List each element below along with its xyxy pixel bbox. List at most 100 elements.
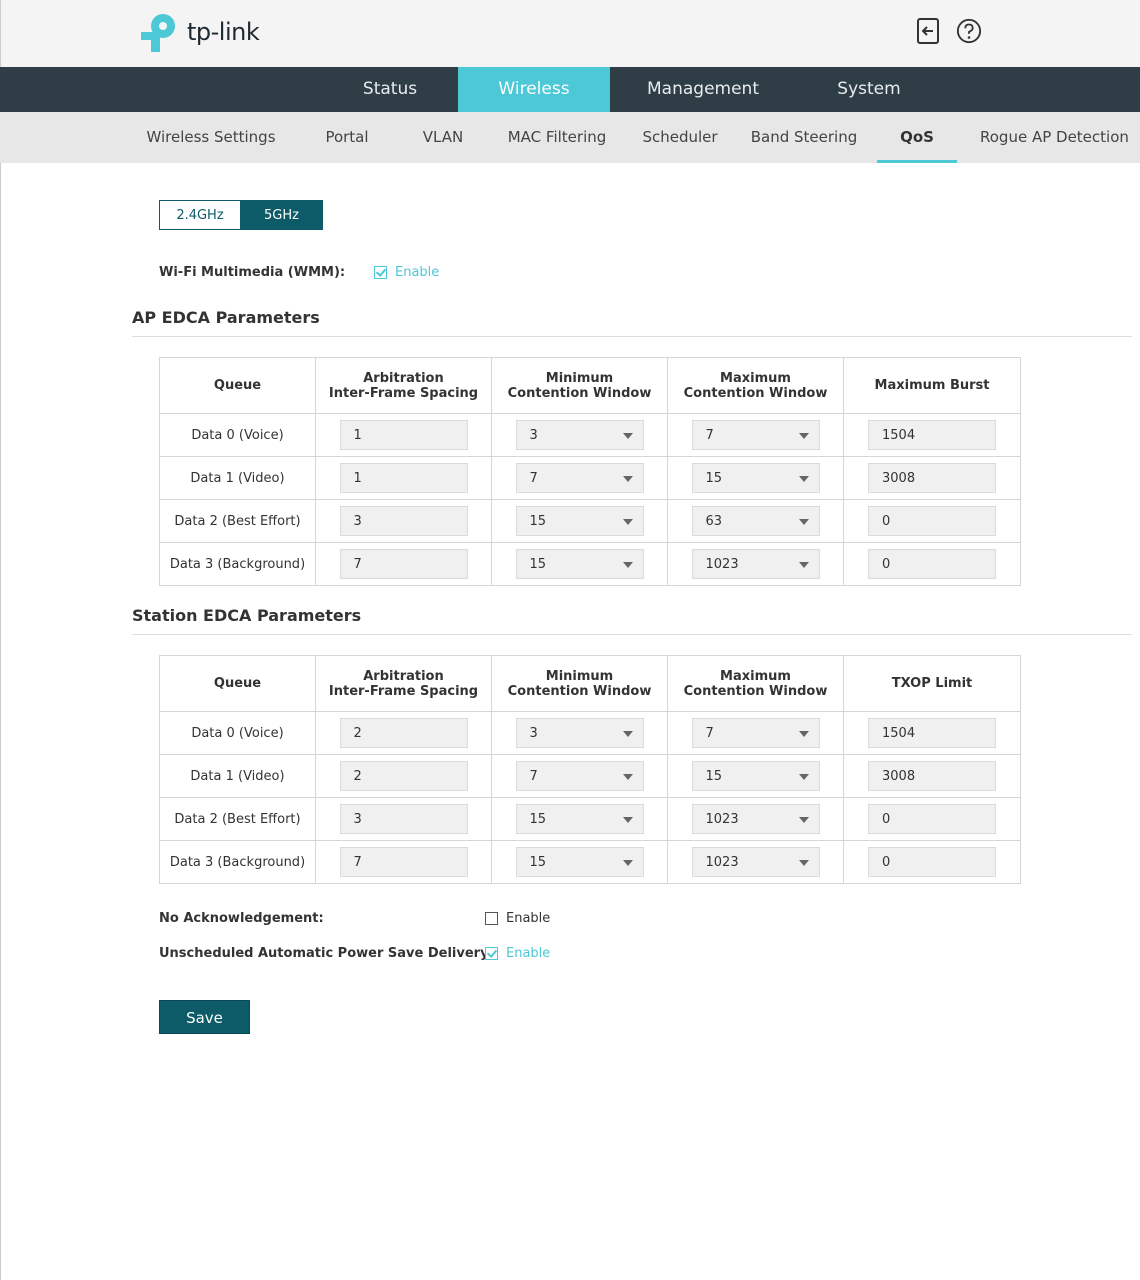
txop-cell: 1504 bbox=[843, 711, 1021, 755]
txop-limit-input[interactable]: 0 bbox=[868, 847, 996, 877]
aifs-input[interactable]: 1 bbox=[339, 463, 468, 493]
txop-limit-input[interactable]: 3008 bbox=[868, 761, 996, 791]
save-button[interactable]: Save bbox=[159, 1000, 250, 1034]
wmm-checkbox[interactable] bbox=[374, 266, 387, 279]
wmm-enable-label[interactable]: Enable bbox=[395, 265, 439, 280]
cwmax-select[interactable]: 7 bbox=[691, 718, 820, 748]
cwmin-value: 15 bbox=[529, 855, 547, 870]
cwmax-select[interactable]: 1023 bbox=[691, 847, 820, 877]
cwmin-cell: 7 bbox=[491, 754, 668, 798]
chevron-down-icon bbox=[798, 562, 809, 568]
burst-cell: 1504 bbox=[843, 413, 1021, 457]
cwmin-select[interactable]: 15 bbox=[515, 506, 644, 536]
cwmax-select[interactable]: 1023 bbox=[691, 804, 820, 834]
column-header-aifs: Arbitration Inter-Frame Spacing bbox=[315, 357, 492, 414]
station-edca-table: Queue Arbitration Inter-Frame Spacing Min… bbox=[159, 655, 1021, 884]
chevron-down-icon bbox=[622, 433, 633, 439]
header-line: Contention Window bbox=[683, 683, 828, 699]
sub-nav: Wireless Settings Portal VLAN MAC Filter… bbox=[0, 112, 1140, 163]
chevron-down-icon bbox=[798, 860, 809, 866]
help-icon[interactable] bbox=[956, 17, 982, 45]
maximum-burst-input[interactable]: 0 bbox=[868, 549, 996, 579]
logout-icon[interactable] bbox=[915, 17, 941, 45]
column-header-queue: Queue bbox=[159, 357, 316, 414]
aifs-input[interactable]: 3 bbox=[339, 506, 468, 536]
tab-band-steering[interactable]: Band Steering bbox=[748, 112, 860, 163]
band-2g-button[interactable]: 2.4GHz bbox=[159, 200, 241, 230]
burst-cell: 0 bbox=[843, 499, 1021, 543]
table-header-row: Queue Arbitration Inter-Frame Spacing Min… bbox=[159, 655, 1021, 712]
no-ack-checkbox[interactable] bbox=[485, 912, 498, 925]
cwmax-select[interactable]: 15 bbox=[691, 761, 820, 791]
aifs-input[interactable]: 2 bbox=[339, 761, 468, 791]
uapsd-enable-label[interactable]: Enable bbox=[506, 946, 550, 961]
cwmax-select[interactable]: 63 bbox=[691, 506, 820, 536]
cwmax-cell: 7 bbox=[667, 413, 844, 457]
chevron-down-icon bbox=[622, 817, 633, 823]
tab-rogue-ap-detection[interactable]: Rogue AP Detection bbox=[980, 112, 1129, 163]
wmm-label: Wi-Fi Multimedia (WMM): bbox=[159, 265, 346, 280]
cwmin-select[interactable]: 3 bbox=[515, 718, 644, 748]
burst-cell: 0 bbox=[843, 542, 1021, 586]
main-nav-wireless[interactable]: Wireless bbox=[458, 67, 610, 112]
cwmax-select[interactable]: 1023 bbox=[691, 549, 820, 579]
cwmax-value: 1023 bbox=[705, 812, 739, 827]
cwmin-select[interactable]: 15 bbox=[515, 804, 644, 834]
maximum-burst-input[interactable]: 3008 bbox=[868, 463, 996, 493]
aifs-input[interactable]: 7 bbox=[339, 549, 468, 579]
cwmin-select[interactable]: 15 bbox=[515, 847, 644, 877]
main-nav-management[interactable]: Management bbox=[630, 67, 776, 112]
cwmax-select[interactable]: 15 bbox=[691, 463, 820, 493]
cwmax-value: 1023 bbox=[705, 557, 739, 572]
aifs-input[interactable]: 7 bbox=[339, 847, 468, 877]
cwmin-value: 15 bbox=[529, 557, 547, 572]
top-header: tp-link bbox=[0, 0, 1140, 67]
cwmin-select[interactable]: 7 bbox=[515, 761, 644, 791]
band-5g-button[interactable]: 5GHz bbox=[240, 200, 323, 230]
txop-limit-input[interactable]: 0 bbox=[868, 804, 996, 834]
queue-name: Data 2 (Best Effort) bbox=[159, 499, 316, 543]
aifs-input[interactable]: 2 bbox=[339, 718, 468, 748]
aifs-cell: 7 bbox=[315, 542, 492, 586]
tab-vlan[interactable]: VLAN bbox=[418, 112, 468, 163]
tab-scheduler[interactable]: Scheduler bbox=[640, 112, 720, 163]
header-line: Contention Window bbox=[683, 385, 828, 401]
cwmax-select[interactable]: 7 bbox=[691, 420, 820, 450]
chevron-down-icon bbox=[622, 774, 633, 780]
table-row: Data 3 (Background) 7 15 1023 0 bbox=[159, 542, 1021, 586]
main-nav-status[interactable]: Status bbox=[320, 67, 460, 112]
maximum-burst-input[interactable]: 1504 bbox=[868, 420, 996, 450]
tab-wireless-settings[interactable]: Wireless Settings bbox=[145, 112, 277, 163]
tab-portal[interactable]: Portal bbox=[317, 112, 377, 163]
queue-name: Data 1 (Video) bbox=[159, 754, 316, 798]
chevron-down-icon bbox=[798, 774, 809, 780]
ap-edca-title: AP EDCA Parameters bbox=[132, 308, 320, 327]
aifs-cell: 1 bbox=[315, 413, 492, 457]
txop-cell: 0 bbox=[843, 840, 1021, 884]
ap-edca-divider bbox=[132, 336, 1132, 337]
table-row: Data 1 (Video) 1 7 15 3008 bbox=[159, 456, 1021, 500]
uapsd-label: Unscheduled Automatic Power Save Deliver… bbox=[159, 946, 494, 961]
cwmin-select[interactable]: 15 bbox=[515, 549, 644, 579]
cwmax-value: 15 bbox=[705, 471, 723, 486]
txop-cell: 3008 bbox=[843, 754, 1021, 798]
queue-name: Data 0 (Voice) bbox=[159, 413, 316, 457]
cwmin-select[interactable]: 7 bbox=[515, 463, 644, 493]
station-edca-divider bbox=[132, 634, 1132, 635]
aifs-input[interactable]: 3 bbox=[339, 804, 468, 834]
chevron-down-icon bbox=[622, 731, 633, 737]
uapsd-checkbox[interactable] bbox=[485, 947, 498, 960]
tab-qos[interactable]: QoS bbox=[877, 112, 957, 163]
ap-edca-table: Queue Arbitration Inter-Frame Spacing Min… bbox=[159, 357, 1021, 586]
maximum-burst-input[interactable]: 0 bbox=[868, 506, 996, 536]
page-left-border bbox=[0, 163, 1, 1280]
aifs-input[interactable]: 1 bbox=[339, 420, 468, 450]
cwmin-select[interactable]: 3 bbox=[515, 420, 644, 450]
tab-mac-filtering[interactable]: MAC Filtering bbox=[505, 112, 609, 163]
txop-limit-input[interactable]: 1504 bbox=[868, 718, 996, 748]
cwmax-cell: 7 bbox=[667, 711, 844, 755]
main-nav-system[interactable]: System bbox=[810, 67, 928, 112]
no-ack-enable-label[interactable]: Enable bbox=[506, 911, 550, 926]
cwmin-cell: 3 bbox=[491, 413, 668, 457]
chevron-down-icon bbox=[622, 860, 633, 866]
